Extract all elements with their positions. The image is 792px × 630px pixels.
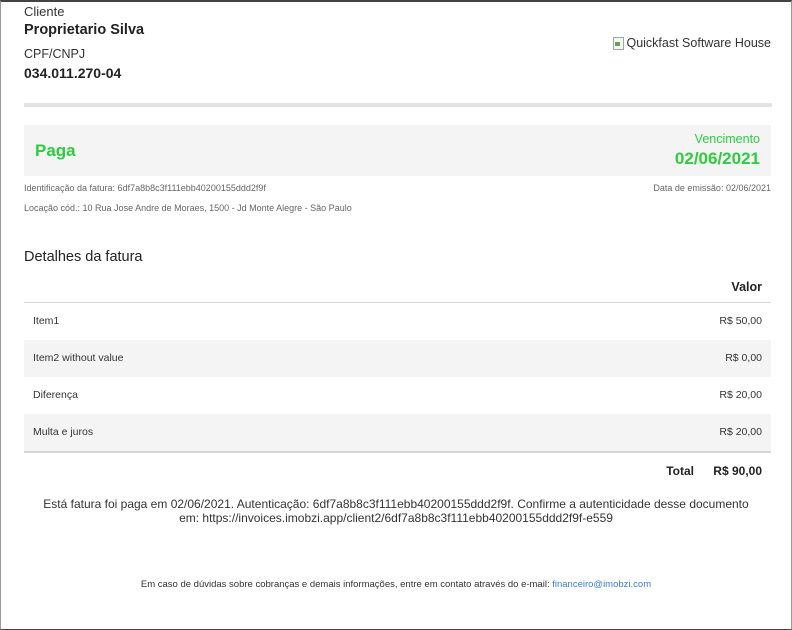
total-value: R$ 90,00	[713, 464, 762, 478]
table-row: Multa e juros R$ 20,00	[24, 414, 771, 451]
item-value: R$ 50,00	[719, 315, 762, 327]
location: Locação cód.: 10 Rua Jose Andre de Morae…	[24, 203, 352, 213]
item-name: Diferença	[33, 389, 78, 401]
total-label: Total	[666, 464, 694, 478]
item-name: Item2 without value	[33, 352, 124, 364]
item-name: Item1	[33, 315, 60, 327]
item-value: R$ 20,00	[719, 389, 762, 401]
table-row: Item1 R$ 50,00	[24, 303, 771, 340]
footer-email-link[interactable]: financeiro@imobzi.com	[552, 579, 651, 590]
payment-note-line2: em: https://invoices.imobzi.app/client2/…	[179, 511, 613, 525]
status-text: Paga	[35, 141, 76, 160]
client-doc-label: CPF/CNPJ	[24, 47, 86, 61]
footer-text: Em caso de dúvidas sobre cobranças e dem…	[140, 579, 550, 590]
value-header: Valor	[731, 280, 762, 294]
payment-note: Está fatura foi paga em 02/06/2021. Aute…	[0, 497, 792, 525]
company-logo: Quickfast Software House	[612, 36, 771, 50]
item-value: R$ 0,00	[725, 352, 762, 364]
issue-date: Data de emissão: 02/06/2021	[653, 183, 771, 193]
client-label: Cliente	[24, 4, 65, 19]
header-divider	[24, 103, 772, 107]
details-title: Detalhes da fatura	[24, 249, 143, 265]
invoice-id: Identificação da fatura: 6df7a8b8c3f111e…	[24, 183, 266, 193]
table-row: Diferença R$ 20,00	[24, 377, 771, 414]
item-name: Multa e juros	[33, 426, 94, 438]
table-row: Item2 without value R$ 0,00	[24, 340, 771, 377]
client-name: Proprietario Silva	[24, 22, 145, 38]
status-box: Paga Vencimento 02/06/2021	[24, 125, 771, 176]
item-value: R$ 20,00	[719, 426, 762, 438]
table-footer-divider	[24, 451, 771, 453]
footer: Em caso de dúvidas sobre cobranças e dem…	[0, 579, 792, 590]
payment-note-line1: Está fatura foi paga em 02/06/2021. Aute…	[43, 497, 749, 511]
client-doc-value: 034.011.270-04	[24, 65, 122, 81]
company-logo-alt-text: Quickfast Software House	[626, 36, 771, 50]
due-label: Vencimento	[694, 132, 760, 146]
broken-image-icon	[612, 36, 625, 50]
due-date: 02/06/2021	[674, 149, 760, 168]
